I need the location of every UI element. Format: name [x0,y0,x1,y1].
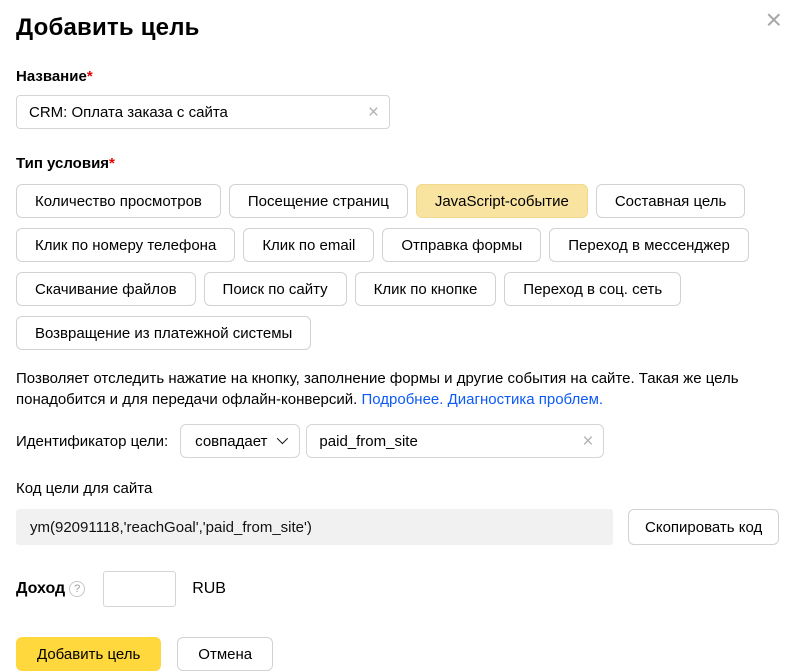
dialog-actions: Добавить цель Отмена [16,637,784,671]
chevron-down-icon [277,432,288,443]
condition-type-label: Тип условия* [16,155,784,172]
link-diagnostics[interactable]: Диагностика проблем. [448,391,603,408]
match-type-value: совпадает [195,433,267,450]
chip-page-visit[interactable]: Посещение страниц [229,184,408,218]
goal-name-value: CRM: Оплата заказа с сайта [29,104,360,121]
chip-file-download[interactable]: Скачивание файлов [16,272,196,306]
revenue-label: Доход [16,580,65,598]
clear-input-icon[interactable]: × [582,432,593,451]
chip-javascript-event[interactable]: JavaScript-событие [416,184,588,218]
goal-code-snippet: ym(92091118,'reachGoal','paid_from_site'… [16,509,613,545]
condition-description: Позволяет отследить нажатие на кнопку, з… [16,368,786,410]
chip-payment-return[interactable]: Возвращение из платежной системы [16,316,311,350]
required-asterisk: * [109,155,115,172]
revenue-row: Доход ? RUB [16,571,784,607]
chip-button-click[interactable]: Клик по кнопке [355,272,497,306]
condition-type-chips: Количество просмотров Посещение страниц … [16,184,784,350]
copy-code-button[interactable]: Скопировать код [628,509,779,545]
goal-name-input[interactable]: CRM: Оплата заказа с сайта × [16,95,390,129]
identifier-value: paid_from_site [319,433,574,450]
name-field-label: Название* [16,68,784,85]
chip-site-search[interactable]: Поиск по сайту [204,272,347,306]
chip-form-submit[interactable]: Отправка формы [382,228,541,262]
goal-identifier-row: Идентификатор цели: совпадает paid_from_… [16,424,784,458]
add-goal-button[interactable]: Добавить цель [16,637,161,671]
chip-messenger[interactable]: Переход в мессенджер [549,228,749,262]
identifier-input[interactable]: paid_from_site × [306,424,604,458]
clear-input-icon[interactable]: × [368,103,379,122]
chip-composite-goal[interactable]: Составная цель [596,184,745,218]
chip-social-network[interactable]: Переход в соц. сеть [504,272,681,306]
goal-code-row: ym(92091118,'reachGoal','paid_from_site'… [16,509,784,545]
required-asterisk: * [87,68,93,85]
chip-page-views[interactable]: Количество просмотров [16,184,221,218]
chip-email-click[interactable]: Клик по email [243,228,374,262]
chip-phone-click[interactable]: Клик по номеру телефона [16,228,235,262]
match-type-select[interactable]: совпадает [180,424,300,458]
close-icon[interactable]: × [766,6,782,34]
cancel-button[interactable]: Отмена [177,637,273,671]
help-icon[interactable]: ? [69,581,85,597]
revenue-input[interactable] [103,571,176,607]
goal-code-label: Код цели для сайта [16,480,784,497]
currency-label: RUB [192,580,226,598]
link-more[interactable]: Подробнее. [361,391,443,408]
page-title: Добавить цель [16,14,784,42]
identifier-label: Идентификатор цели: [16,433,168,450]
